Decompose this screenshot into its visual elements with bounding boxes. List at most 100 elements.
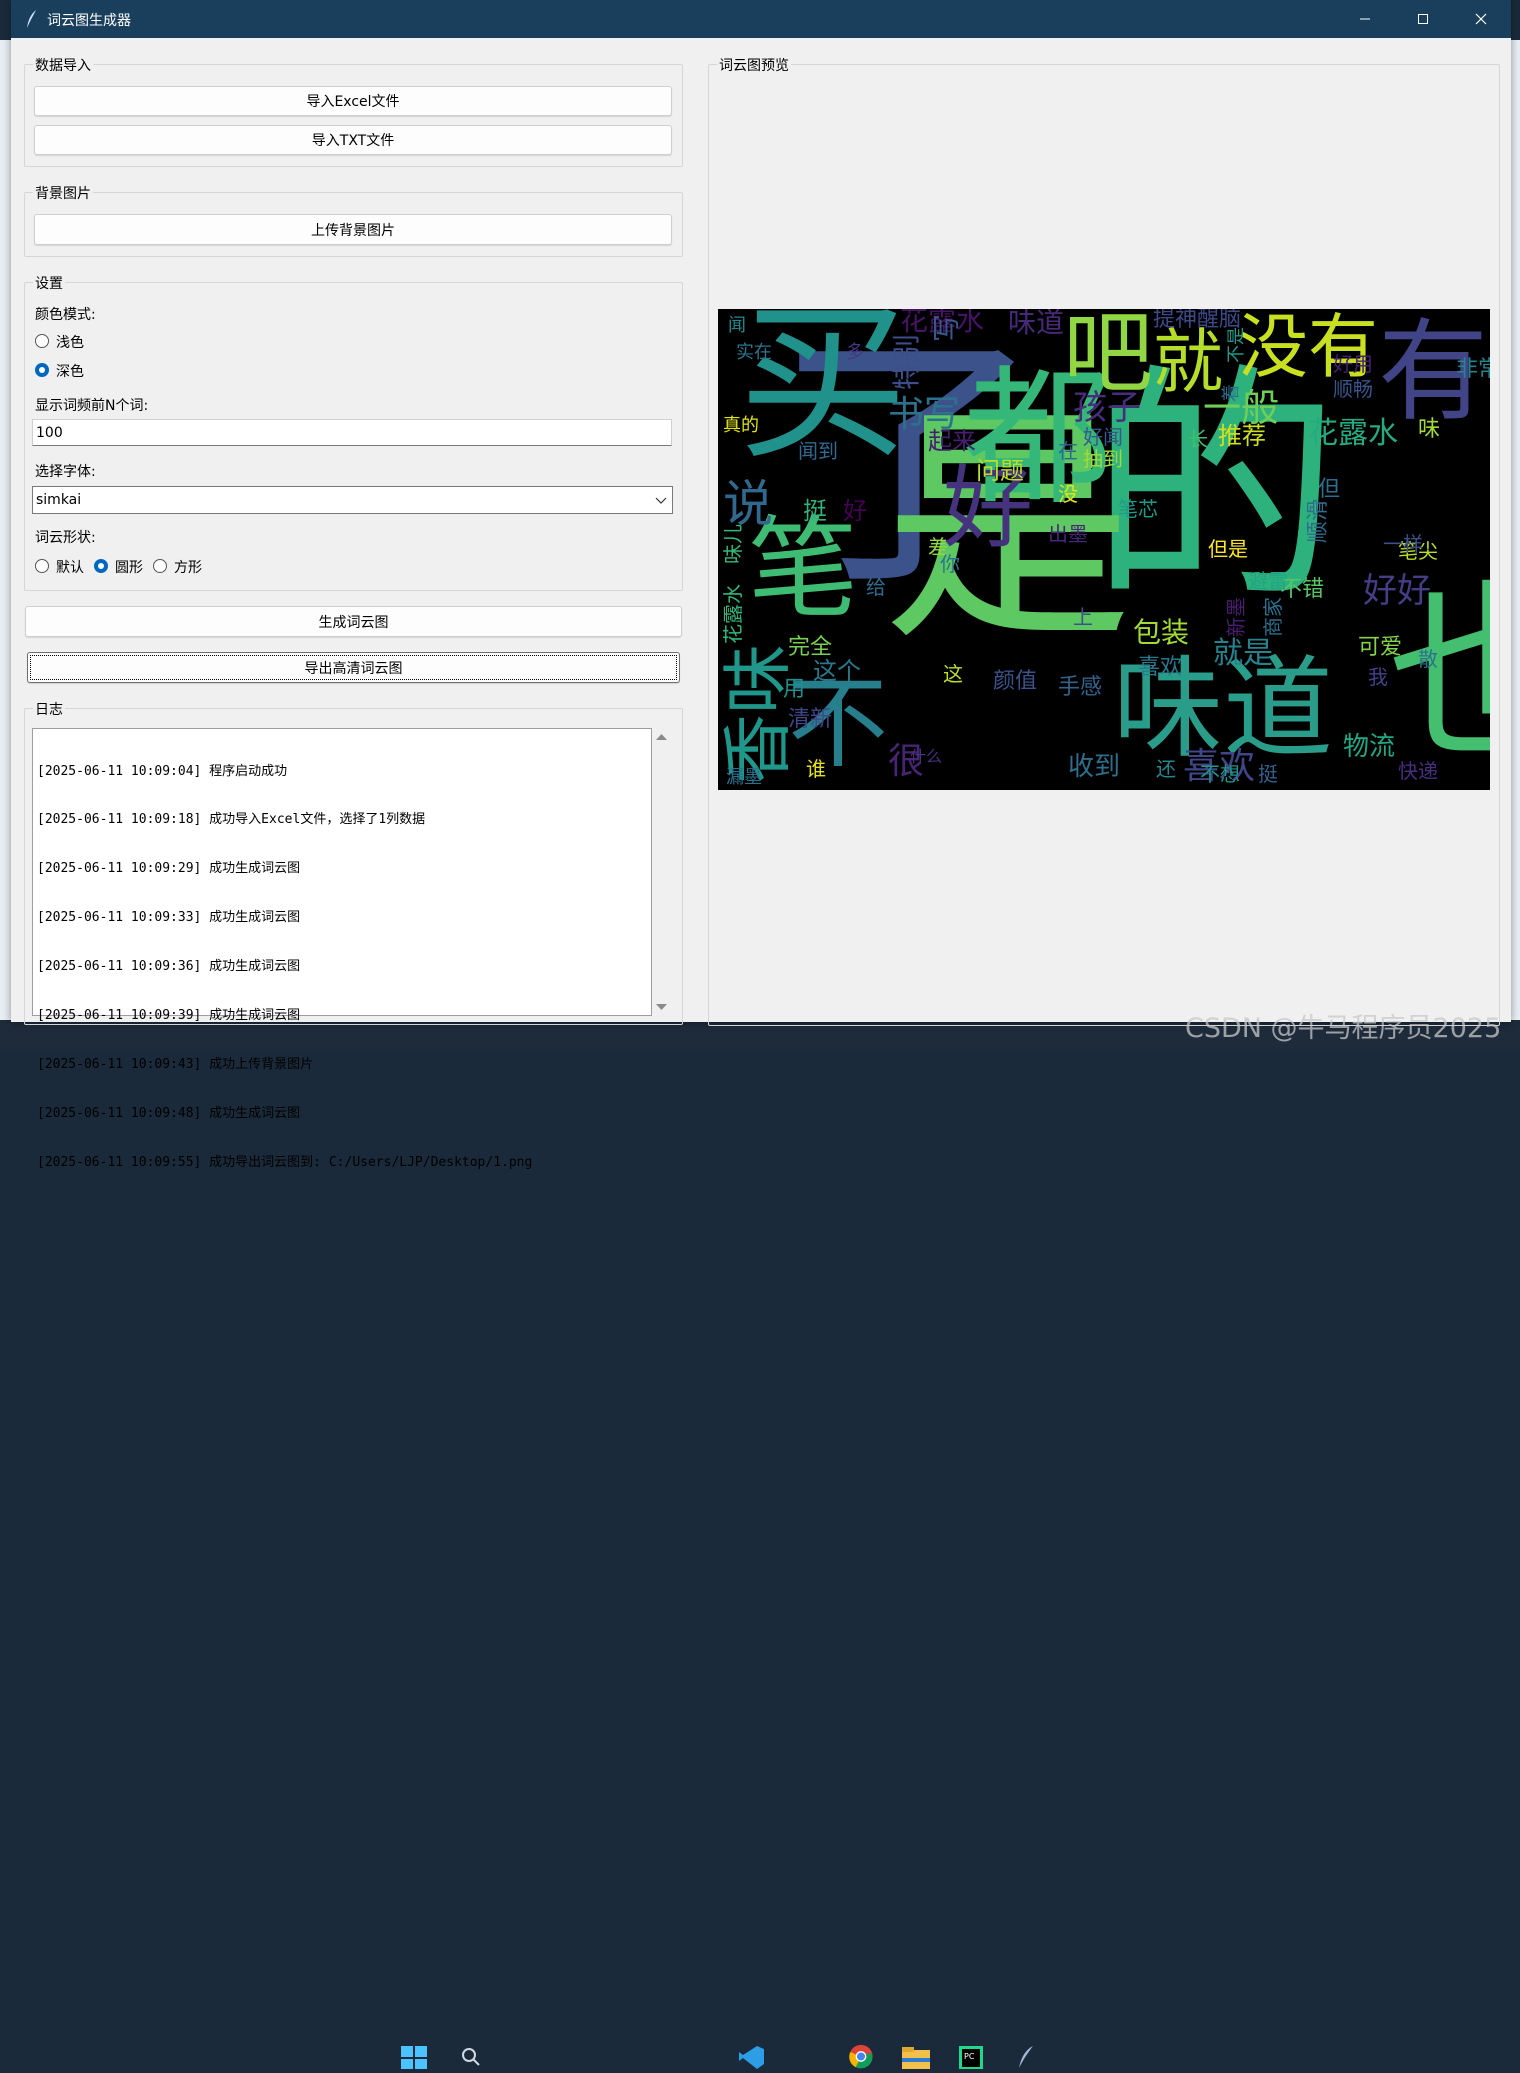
color-light-radio[interactable] xyxy=(35,334,49,348)
cloud-word: 但是 xyxy=(1208,537,1248,561)
folder-icon[interactable] xyxy=(901,2044,930,2069)
cloud-word: 挺 xyxy=(1258,762,1278,786)
cloud-word: 孩子 xyxy=(1073,388,1141,428)
topn-label: 显示词频前N个词: xyxy=(35,398,149,414)
cloud-word: 味道 xyxy=(1008,309,1065,339)
search-icon[interactable] xyxy=(460,2044,486,2069)
watermark: CSDN @牛马程序员2025 xyxy=(1185,1013,1502,1044)
minimize-button[interactable] xyxy=(1336,0,1394,38)
log-line: [2025-06-11 10:09:18] 成功导入Excel文件，选择了1列数… xyxy=(37,812,426,828)
font-select-value: simkai xyxy=(36,492,82,508)
font-select[interactable]: simkai xyxy=(32,486,673,514)
chevron-down-icon xyxy=(655,497,667,504)
start-icon[interactable] xyxy=(400,2044,427,2069)
settings-group-legend: 设置 xyxy=(33,273,65,293)
shape-circle-radio[interactable] xyxy=(94,559,108,573)
shape-square-radio[interactable] xyxy=(153,559,167,573)
log-line: [2025-06-11 10:09:55] 成功导出词云图到: C:/Users… xyxy=(37,1154,533,1170)
log-lines: [2025-06-11 10:09:04] 程序启动成功 [2025-06-11… xyxy=(37,731,532,1204)
log-scrollbar[interactable] xyxy=(653,728,670,1016)
cloud-word: 顺滑 xyxy=(1306,498,1331,543)
cloud-word: 笔芯 xyxy=(1118,497,1158,521)
cloud-word: 这个 xyxy=(813,657,861,685)
cloud-word: 还 xyxy=(1156,757,1176,781)
cloud-word: 没 xyxy=(1058,482,1078,506)
cloud-word: 漏墨 xyxy=(726,767,762,788)
vscode-icon[interactable] xyxy=(737,2044,764,2069)
upload-background-button[interactable]: 上传背景图片 xyxy=(34,214,672,245)
topn-input[interactable]: 100 xyxy=(32,419,672,446)
generate-button[interactable]: 生成词云图 xyxy=(25,606,682,637)
cloud-word: 你 xyxy=(940,552,960,576)
wordcloud-image: 的了买是都吧就没有有味道笔不也好说香味 书写 孩子 一般 喜欢 花露水 味道 花露水 提神醒脑推… xyxy=(718,309,1490,790)
log-line: [2025-06-11 10:09:39] 成功生成词云图 xyxy=(37,1008,301,1024)
cloud-word: 颜值 xyxy=(993,669,1038,694)
scroll-up-icon[interactable] xyxy=(656,733,667,741)
cloud-word: 着 xyxy=(1221,384,1242,402)
svg-text:PC: PC xyxy=(964,2052,975,2061)
maximize-icon xyxy=(1418,14,1428,24)
cloud-word: 散 xyxy=(1418,647,1438,671)
cloud-word: 好用 xyxy=(1333,352,1373,376)
log-line: [2025-06-11 10:09:29] 成功生成词云图 xyxy=(37,861,301,877)
shape-square-label[interactable]: 方形 xyxy=(174,557,202,577)
cloud-word: 吧 xyxy=(1063,309,1153,406)
export-button[interactable]: 导出高清词云图 xyxy=(27,652,680,683)
maximize-button[interactable] xyxy=(1394,0,1452,38)
cloud-word: 出墨 xyxy=(1048,522,1088,546)
color-dark-radio[interactable] xyxy=(35,363,49,377)
feather-icon xyxy=(27,10,36,28)
cloud-word: 香味 xyxy=(718,644,799,784)
color-mode-label: 颜色模式: xyxy=(35,307,96,323)
close-icon xyxy=(1475,13,1487,25)
shape-default-radio[interactable] xyxy=(35,559,49,573)
cloud-word: 起来 xyxy=(928,427,976,455)
desktop-background-right xyxy=(1511,40,1520,1020)
minimize-icon xyxy=(1360,18,1370,20)
feather-app-icon[interactable] xyxy=(1013,2044,1039,2069)
cloud-word: 特别 xyxy=(890,333,923,390)
background-group-legend: 背景图片 xyxy=(33,183,93,203)
import-txt-button[interactable]: 导入TXT文件 xyxy=(34,125,672,155)
cloud-word: 长 xyxy=(1188,427,1208,451)
cloud-word: 手感 xyxy=(1058,675,1103,700)
pycharm-icon[interactable]: PC xyxy=(957,2044,983,2069)
import-excel-button[interactable]: 导入Excel文件 xyxy=(34,86,672,116)
cloud-word: 避雷 xyxy=(1248,569,1288,593)
font-label: 选择字体: xyxy=(35,464,96,480)
cloud-word: 包装 xyxy=(1133,616,1190,649)
scroll-down-icon[interactable] xyxy=(656,1003,667,1011)
cloud-word: 商家 xyxy=(1261,597,1285,637)
cloud-word: 什么 xyxy=(910,747,943,766)
log-line: [2025-06-11 10:09:04] 程序启动成功 xyxy=(37,763,288,779)
close-button[interactable] xyxy=(1452,0,1510,38)
cloud-word: 收到 xyxy=(1068,752,1121,782)
cloud-word: 在 xyxy=(1058,439,1078,463)
shape-default-label[interactable]: 默认 xyxy=(56,557,84,577)
chrome-icon[interactable] xyxy=(847,2044,873,2069)
log-textarea[interactable]: [2025-06-11 10:09:04] 程序启动成功 [2025-06-11… xyxy=(32,728,652,1170)
app-window: 词云图生成器 数据导入 导入Excel文件 导入TXT文件 背景图片 上传背景图… xyxy=(11,0,1511,1170)
title-bar: 词云图生成器 xyxy=(11,0,1511,38)
shape-circle-label[interactable]: 圆形 xyxy=(115,557,143,577)
cloud-word: 闻到 xyxy=(798,439,838,463)
cloud-word: 味 xyxy=(1418,417,1441,442)
log-line: [2025-06-11 10:09:36] 成功生成词云图 xyxy=(37,959,301,975)
cloud-word: 好闻 xyxy=(1083,425,1123,449)
color-dark-label[interactable]: 深色 xyxy=(56,361,84,381)
cloud-word: 用 xyxy=(783,677,806,702)
cloud-word: 说 xyxy=(723,475,773,533)
cloud-word: 花露水 xyxy=(1308,416,1398,451)
cloud-word: 闻 xyxy=(728,315,746,336)
cloud-word: 多 xyxy=(846,342,864,363)
window-title: 词云图生成器 xyxy=(47,13,131,29)
cloud-word: 非常 xyxy=(1456,357,1490,382)
cloud-word: 好好 xyxy=(1363,571,1431,611)
cloud-word: 写 xyxy=(930,313,963,342)
desktop-background-left xyxy=(0,40,11,1020)
cloud-word: 好 xyxy=(843,497,867,525)
cloud-word: 快递 xyxy=(1398,759,1438,783)
color-light-label[interactable]: 浅色 xyxy=(56,332,84,352)
preview-group-legend: 词云图预览 xyxy=(717,55,791,75)
log-line: [2025-06-11 10:09:33] 成功生成词云图 xyxy=(37,910,301,926)
